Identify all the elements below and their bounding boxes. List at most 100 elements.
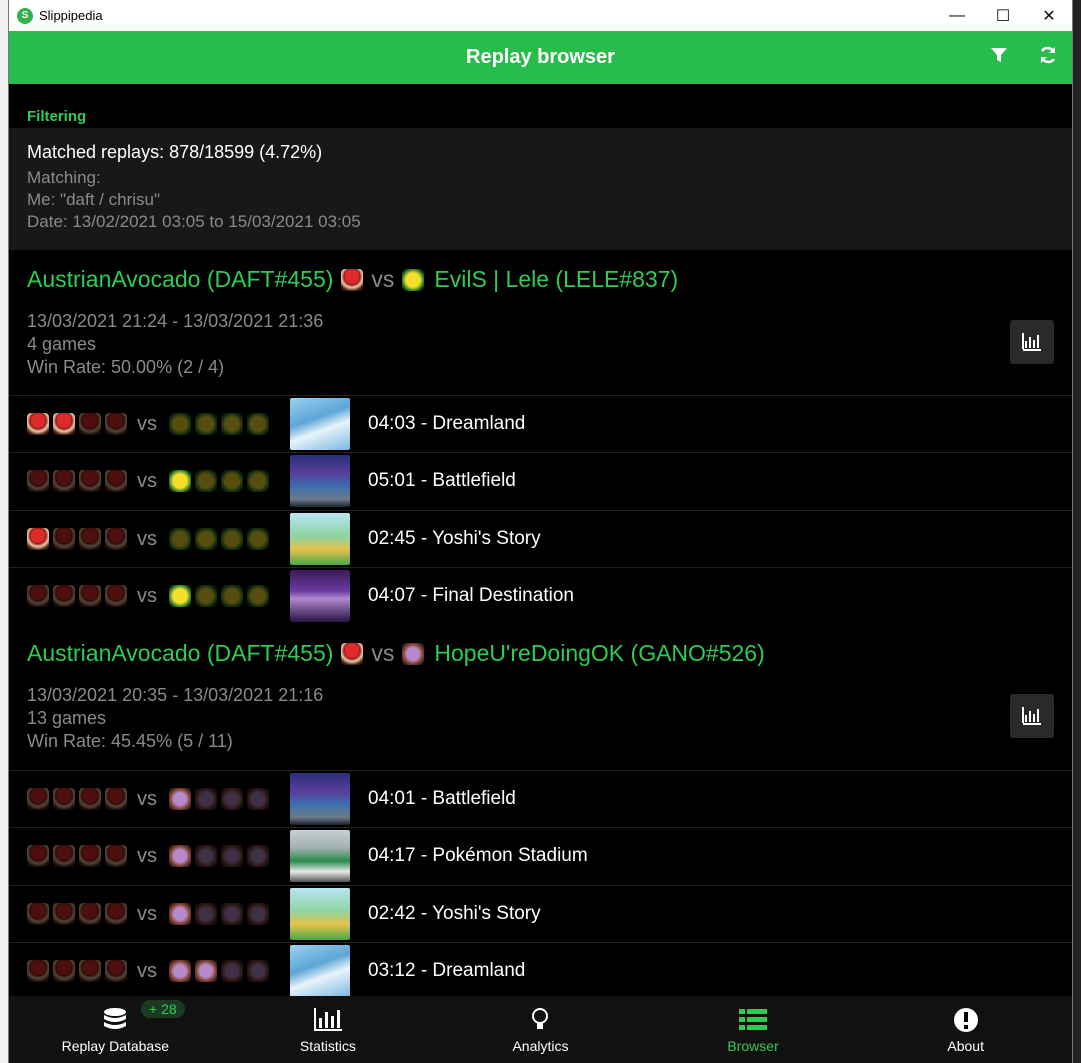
session-title: AustrianAvocado (DAFT#455) vs EvilS | Le…: [27, 266, 678, 293]
filter-icon[interactable]: [990, 46, 1008, 70]
database-icon: [102, 1006, 128, 1034]
player2-stocks: [169, 845, 269, 867]
game-row[interactable]: vs 04:03 - Dreamland: [9, 395, 1072, 452]
stock-icon: [105, 845, 127, 867]
player2-stocks: [169, 528, 269, 550]
stock-icon: [53, 960, 75, 982]
player1-name[interactable]: AustrianAvocado (DAFT#455): [27, 640, 333, 667]
refresh-icon[interactable]: [1038, 45, 1058, 71]
stock-icon: [247, 845, 269, 867]
session-winrate: Win Rate: 45.45% (5 / 11): [27, 731, 233, 751]
stock-icon: [169, 960, 191, 982]
stage-thumbnail: [290, 398, 350, 450]
player2-name[interactable]: EvilS | Lele (LELE#837): [434, 266, 678, 293]
bar-chart-icon: [313, 1006, 342, 1034]
stock-icon: [221, 788, 243, 810]
player2-name[interactable]: HopeU'reDoingOK (GANO#526): [434, 640, 764, 667]
stock-icon: [169, 470, 191, 492]
player2-stocks: [169, 413, 269, 435]
player2-stocks: [169, 585, 269, 607]
minimize-button[interactable]: —: [934, 0, 980, 31]
nav-label: Statistics: [299, 1037, 356, 1054]
session-stats-button[interactable]: [1010, 694, 1054, 738]
stock-icon: [195, 528, 217, 550]
vs-label: vs: [137, 412, 157, 435]
player1-stocks: [27, 413, 127, 435]
mario-icon: [341, 642, 364, 665]
bar-chart-icon: [1022, 333, 1041, 351]
replay-list[interactable]: Filtering Matched replays: 878/18599 (4.…: [9, 84, 1072, 996]
nav-statistics[interactable]: Statistics: [222, 996, 435, 1063]
player2-stocks: [169, 470, 269, 492]
desktop-background-right: [1073, 0, 1081, 1063]
stock-icon: [27, 470, 49, 492]
desktop-background-left: [0, 0, 8, 1063]
stock-icon: [247, 585, 269, 607]
stock-icon: [79, 903, 101, 925]
new-replays-badge: + 28: [141, 1000, 185, 1018]
mario-icon: [341, 268, 364, 291]
stock-icon: [79, 788, 101, 810]
lightbulb-icon: [531, 1006, 549, 1034]
close-button[interactable]: ✕: [1026, 0, 1072, 31]
player2-stocks: [169, 960, 269, 982]
stock-icon: [105, 528, 127, 550]
matched-replays: Matched replays: 878/18599 (4.72%): [27, 142, 323, 162]
session-title: AustrianAvocado (DAFT#455) vs HopeU'reDo…: [27, 640, 765, 667]
stock-icon: [27, 960, 49, 982]
stock-icon: [247, 960, 269, 982]
stage-thumbnail: [290, 570, 350, 622]
stock-icon: [169, 845, 191, 867]
game-row[interactable]: vs 04:07 - Final Destination: [9, 567, 1072, 624]
stock-icon: [105, 470, 127, 492]
stock-icon: [221, 528, 243, 550]
nav-browser[interactable]: Browser: [647, 996, 860, 1063]
filter-summary[interactable]: Matched replays: 878/18599 (4.72%) Match…: [9, 128, 1072, 250]
stock-icon: [53, 903, 75, 925]
stock-icon: [221, 845, 243, 867]
vs-label: vs: [137, 959, 157, 982]
session-games: 13 games: [27, 708, 107, 728]
stock-icon: [79, 413, 101, 435]
session-stats-button[interactable]: [1010, 320, 1054, 364]
player1-name[interactable]: AustrianAvocado (DAFT#455): [27, 266, 333, 293]
player1-stocks: [27, 528, 127, 550]
nav-label: Replay Database: [61, 1037, 169, 1054]
stock-icon: [247, 788, 269, 810]
game-summary: 03:12 - Dreamland: [368, 960, 526, 981]
game-row[interactable]: vs 04:01 - Battlefield: [9, 770, 1072, 827]
stock-icon: [195, 960, 217, 982]
stock-icon: [221, 413, 243, 435]
game-summary: 05:01 - Battlefield: [368, 470, 516, 491]
session-winrate: Win Rate: 50.00% (2 / 4): [27, 357, 225, 377]
matching-label: Matching:: [27, 168, 101, 187]
game-summary: 04:07 - Final Destination: [368, 585, 574, 606]
player1-stocks: [27, 585, 127, 607]
window-controls: — ☐ ✕: [934, 0, 1072, 31]
stock-icon: [169, 903, 191, 925]
stock-icon: [169, 528, 191, 550]
nav-analytics[interactable]: Analytics: [434, 996, 647, 1063]
stock-icon: [221, 585, 243, 607]
game-row[interactable]: vs 02:42 - Yoshi's Story: [9, 885, 1072, 942]
stock-icon: [27, 845, 49, 867]
maximize-button[interactable]: ☐: [980, 0, 1026, 31]
stock-icon: [169, 788, 191, 810]
stock-icon: [195, 788, 217, 810]
nav-about[interactable]: About: [859, 996, 1072, 1063]
session-games: 4 games: [27, 334, 97, 354]
stage-thumbnail: [290, 773, 350, 825]
stage-thumbnail: [290, 455, 350, 507]
game-row[interactable]: vs 04:17 - Pokémon Stadium: [9, 827, 1072, 884]
stock-icon: [105, 413, 127, 435]
stock-icon: [105, 585, 127, 607]
session-dates: 13/03/2021 21:24 - 13/03/2021 21:36: [27, 311, 324, 331]
game-row[interactable]: vs 05:01 - Battlefield: [9, 452, 1072, 509]
nav-replay-database[interactable]: + 28 Replay Database: [9, 996, 222, 1063]
bar-chart-icon: [1022, 707, 1041, 725]
game-row[interactable]: vs 02:45 - Yoshi's Story: [9, 510, 1072, 567]
slippipedia-logo-icon: S: [17, 7, 33, 24]
nav-label: Browser: [727, 1037, 779, 1054]
stock-icon: [221, 903, 243, 925]
game-row[interactable]: vs 03:12 - Dreamland: [9, 942, 1072, 996]
